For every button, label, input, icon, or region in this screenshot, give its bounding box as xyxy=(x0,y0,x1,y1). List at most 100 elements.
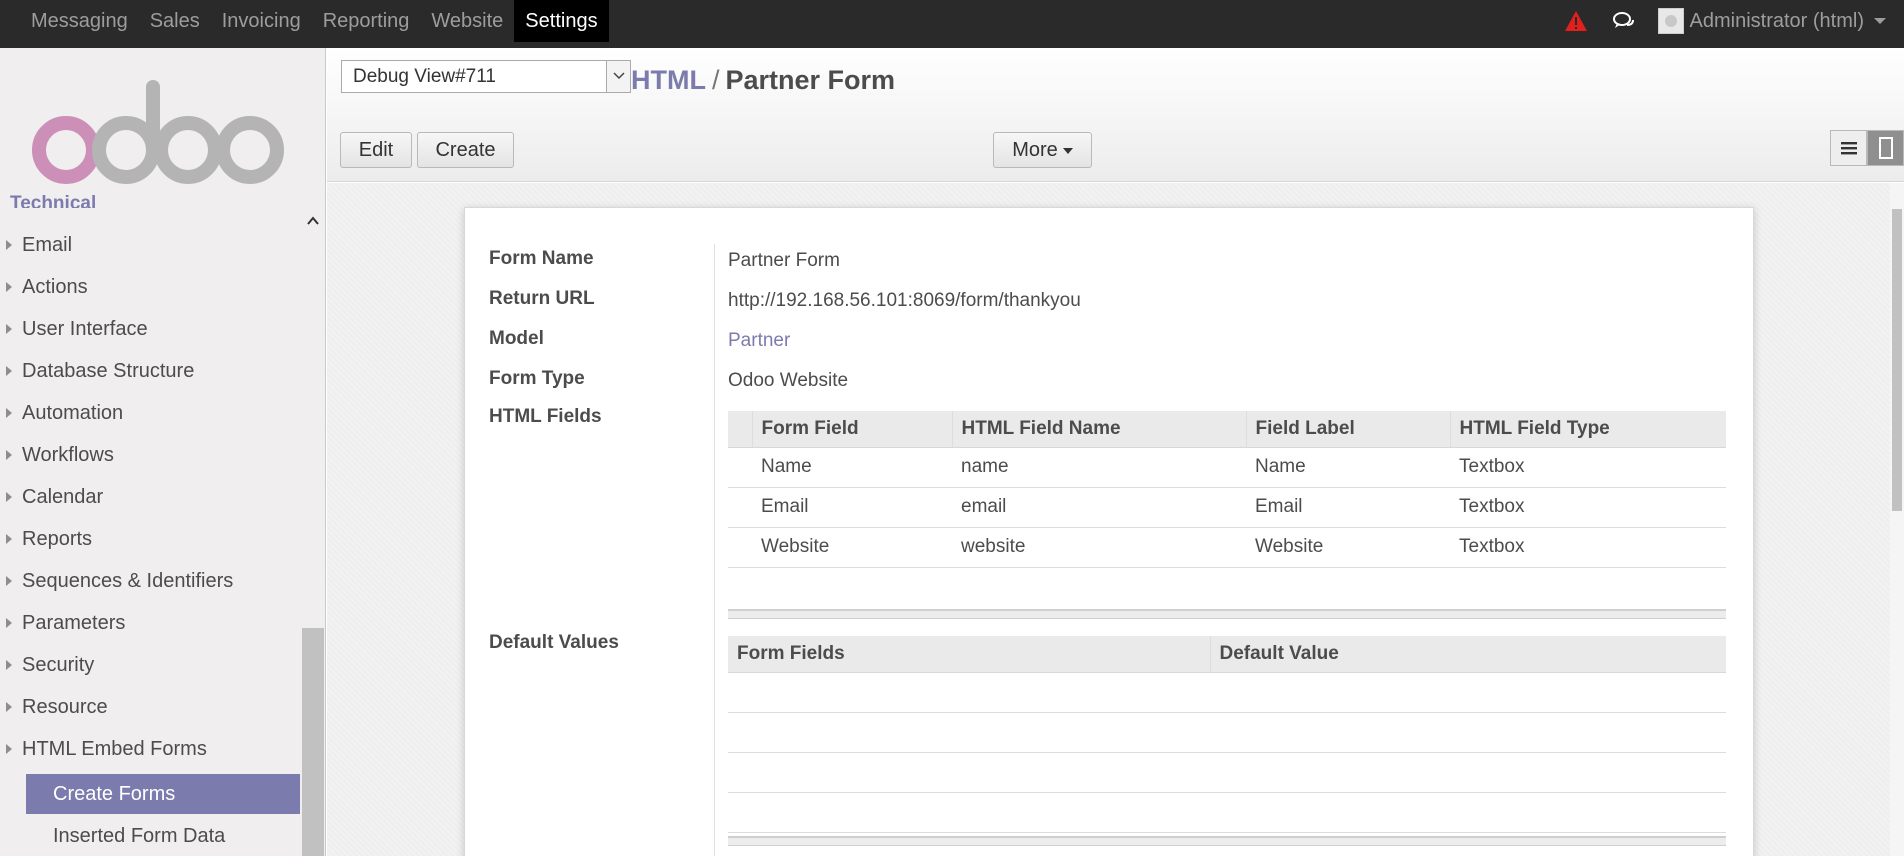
breadcrumb-parent[interactable]: HTML xyxy=(631,65,706,95)
sidebar-item-label: Workflows xyxy=(22,443,114,466)
empty-row xyxy=(728,792,1726,833)
chevron-up-icon[interactable] xyxy=(306,214,320,228)
select-arrow[interactable] xyxy=(606,61,630,92)
table-header-row: Form Field HTML Field Name Field Label H… xyxy=(728,411,1726,448)
control-panel: Debug View#711 HTML / Partner Form Edit Cr… xyxy=(327,48,1904,182)
value-return-url: http://192.168.56.101:8069/form/thankyou xyxy=(728,290,1081,311)
table-row[interactable]: Email email Email Textbox xyxy=(728,487,1726,528)
caret-right-icon xyxy=(6,744,12,754)
sidebar-item-create-forms[interactable]: Create Forms xyxy=(26,774,300,814)
menu-website[interactable]: Website xyxy=(420,0,514,42)
create-button[interactable]: Create xyxy=(417,132,514,168)
table-footer xyxy=(728,609,1726,619)
breadcrumb: HTML / Partner Form xyxy=(631,65,895,96)
column-header[interactable]: HTML Field Type xyxy=(1449,411,1726,448)
sidebar-item-reports[interactable]: Reports xyxy=(0,518,300,560)
menu-sales[interactable]: Sales xyxy=(139,0,211,42)
sidebar-item-label: User Interface xyxy=(22,317,148,340)
row-spacer xyxy=(728,447,752,488)
menu-invoicing[interactable]: Invoicing xyxy=(211,0,312,42)
sidebar-item-label: Sequences & Identifiers xyxy=(22,569,234,592)
sidebar-item-email[interactable]: Email xyxy=(0,224,300,266)
sidebar: Technical Email Actions User Interface D… xyxy=(0,48,326,856)
more-button[interactable]: More xyxy=(993,132,1092,168)
table-row[interactable]: Website website Website Textbox xyxy=(728,527,1726,568)
sidebar-item-workflows[interactable]: Workflows xyxy=(0,434,300,476)
sidebar-item-label: Actions xyxy=(22,275,88,298)
table-header-row: Form Fields Default Value xyxy=(728,636,1726,673)
menu-messaging[interactable]: Messaging xyxy=(20,0,139,42)
column-header[interactable]: Default Value xyxy=(1209,636,1726,673)
table-cell: Email xyxy=(752,487,952,528)
column-header[interactable]: Form Field xyxy=(751,411,952,448)
sidebar-item-label: Security xyxy=(22,653,95,676)
top-navbar: Messaging Sales Invoicing Reporting Webs… xyxy=(0,0,1904,48)
sidebar-item-calendar[interactable]: Calendar xyxy=(0,476,300,518)
table-cell: Name xyxy=(752,447,952,488)
warning-icon[interactable] xyxy=(1564,10,1588,32)
table-cell: Textbox xyxy=(1450,447,1726,488)
user-menu[interactable]: Administrator (html) xyxy=(1690,10,1864,33)
list-view-button[interactable] xyxy=(1830,130,1867,166)
sidebar-item-security[interactable]: Security xyxy=(0,644,300,686)
label-model: Model xyxy=(489,328,544,349)
sidebar-item-html-embed-forms[interactable]: HTML Embed Forms xyxy=(0,728,300,770)
main-menu: Messaging Sales Invoicing Reporting Webs… xyxy=(20,0,609,42)
caret-right-icon xyxy=(6,576,12,586)
sidebar-item-label: Database Structure xyxy=(22,359,195,382)
scrollbar-thumb[interactable] xyxy=(1892,209,1902,511)
caret-right-icon xyxy=(6,618,12,628)
avatar[interactable] xyxy=(1657,8,1684,34)
table-cell: name xyxy=(952,447,1246,488)
menu-settings[interactable]: Settings xyxy=(514,0,609,42)
list-icon xyxy=(1840,142,1857,155)
caret-right-icon xyxy=(6,702,12,712)
sidebar-item-inserted-form-data[interactable]: Inserted Form Data xyxy=(26,816,300,856)
value-form-name: Partner Form xyxy=(728,250,840,271)
sidebar-item-label: Automation xyxy=(22,401,124,424)
sidebar-section-heading: Technical xyxy=(10,194,97,208)
column-header[interactable]: Form Fields xyxy=(728,636,1210,673)
sidebar-item-parameters[interactable]: Parameters xyxy=(0,602,300,644)
empty-row xyxy=(728,672,1726,713)
table-row[interactable]: Name name Name Textbox xyxy=(728,447,1726,488)
table-cell: email xyxy=(952,487,1246,528)
chevron-down-icon[interactable] xyxy=(1874,18,1886,24)
caret-right-icon xyxy=(6,240,12,250)
form-icon xyxy=(1878,137,1893,159)
table-cell: Email xyxy=(1246,487,1450,528)
sidebar-item-label: Calendar xyxy=(22,485,104,508)
column-header[interactable]: Field Label xyxy=(1245,411,1450,448)
table-cell: Website xyxy=(752,527,952,568)
scrollbar-thumb[interactable] xyxy=(302,628,324,856)
column-header[interactable]: HTML Field Name xyxy=(951,411,1246,448)
label-default-values: Default Values xyxy=(489,632,619,653)
sidebar-item-actions[interactable]: Actions xyxy=(0,266,300,308)
topbar-right: Administrator (html) xyxy=(1564,0,1886,42)
form-view-content: Form Name Partner Form Return URL http:/… xyxy=(327,183,1904,856)
column-divider xyxy=(714,244,715,856)
value-model-link[interactable]: Partner xyxy=(728,330,790,352)
more-label: More xyxy=(1012,139,1058,161)
caret-right-icon xyxy=(6,324,12,334)
table-cell: Name xyxy=(1246,447,1450,488)
sidebar-item-sequences[interactable]: Sequences & Identifiers xyxy=(0,560,300,602)
label-form-type: Form Type xyxy=(489,368,585,389)
sidebar-item-automation[interactable]: Automation xyxy=(0,392,300,434)
table-cell: Textbox xyxy=(1450,527,1726,568)
sidebar-item-database-structure[interactable]: Database Structure xyxy=(0,350,300,392)
sidebar-item-user-interface[interactable]: User Interface xyxy=(0,308,300,350)
form-view-button[interactable] xyxy=(1867,130,1904,166)
debug-view-select[interactable]: Debug View#711 xyxy=(341,60,631,93)
page-scrollbar[interactable] xyxy=(1890,183,1904,856)
html-fields-table: Form Field HTML Field Name Field Label H… xyxy=(728,411,1726,568)
sidebar-scrollbar[interactable] xyxy=(300,208,325,856)
table-header-spacer xyxy=(728,411,752,448)
sidebar-item-resource[interactable]: Resource xyxy=(0,686,300,728)
edit-button[interactable]: Edit xyxy=(340,132,412,168)
chat-icon[interactable] xyxy=(1612,10,1636,32)
caret-right-icon xyxy=(6,534,12,544)
menu-reporting[interactable]: Reporting xyxy=(312,0,421,42)
caret-right-icon xyxy=(6,660,12,670)
sidebar-item-label: HTML Embed Forms xyxy=(22,737,207,760)
